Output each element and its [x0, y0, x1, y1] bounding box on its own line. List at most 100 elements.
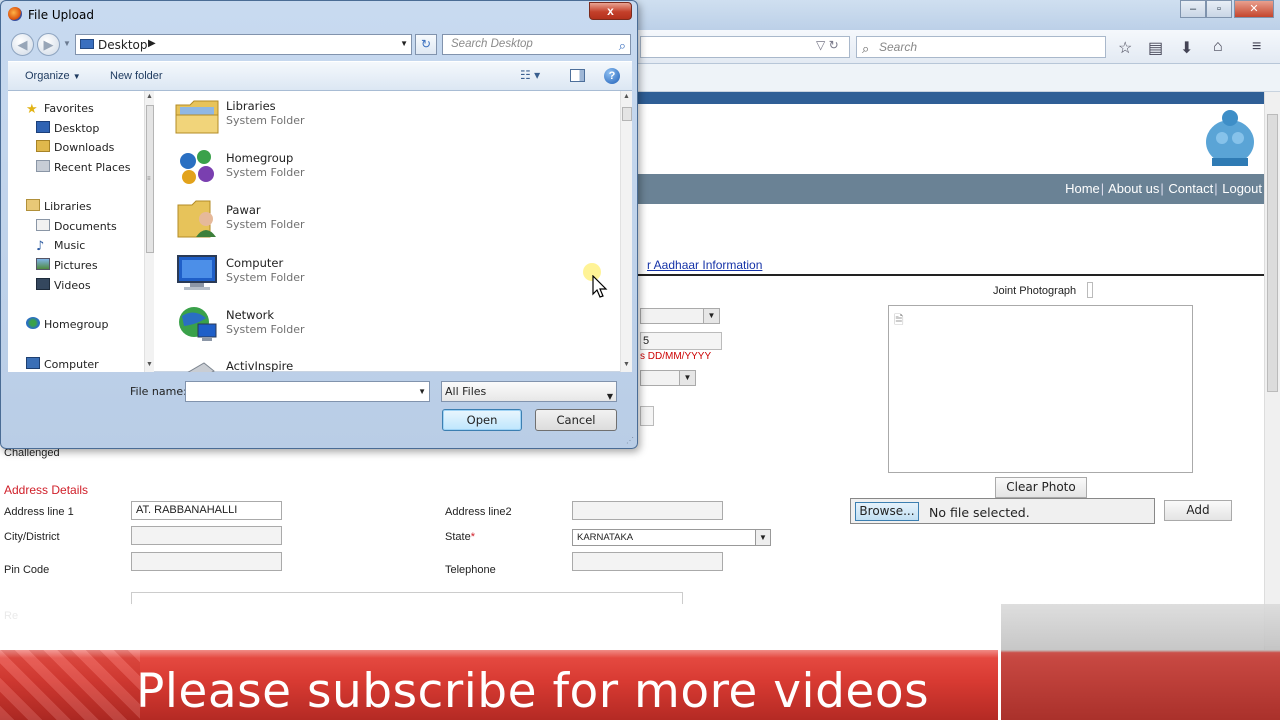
- nav-label: Homegroup: [44, 318, 109, 331]
- entry-kind: System Folder: [226, 114, 305, 127]
- dialog-close-button[interactable]: x: [589, 2, 632, 20]
- scroll-down-icon[interactable]: ▼: [146, 361, 153, 368]
- menu-separator: |: [1214, 181, 1218, 196]
- back-arrow-icon[interactable]: ◀: [11, 33, 34, 56]
- organize-button[interactable]: Organize ▼: [25, 70, 81, 82]
- reading-list-icon[interactable]: ▤: [1148, 38, 1163, 58]
- telephone-field[interactable]: [572, 552, 723, 571]
- search-icon: ⌕: [618, 38, 626, 53]
- address-dropdown-icon[interactable]: ▼: [400, 39, 408, 48]
- menu-separator: |: [1160, 181, 1164, 196]
- state-select[interactable]: KARNATAKA ▼: [572, 529, 771, 546]
- refresh-icon[interactable]: ↻: [415, 34, 437, 55]
- nav-downloads[interactable]: Downloads: [36, 139, 114, 157]
- clear-photo-button[interactable]: Clear Photo: [995, 477, 1087, 498]
- change-view-icon[interactable]: ☷ ▾: [520, 68, 540, 82]
- scroll-grip-icon: ≡: [147, 176, 151, 182]
- help-icon[interactable]: ?: [604, 68, 620, 84]
- nav-libraries[interactable]: Libraries: [26, 198, 92, 216]
- menu-logout-link[interactable]: Logout: [1222, 181, 1262, 196]
- music-icon: ♪: [36, 239, 45, 254]
- joint-photograph-label: Joint Photograph: [993, 285, 1077, 297]
- cancel-button[interactable]: Cancel: [535, 409, 617, 431]
- file-type-select[interactable]: All Files ▼: [441, 381, 617, 402]
- open-button[interactable]: Open: [442, 409, 522, 431]
- pin-code-field[interactable]: [131, 552, 282, 571]
- banner-divider: [998, 650, 1001, 720]
- date-of-birth-input[interactable]: 5: [640, 332, 722, 350]
- scroll-up-icon[interactable]: ▲: [623, 93, 630, 100]
- file-input[interactable]: Browse... No file selected.: [850, 498, 1155, 524]
- page-scrollbar-thumb[interactable]: [1267, 114, 1278, 392]
- resize-grip-icon[interactable]: ⋰: [626, 436, 634, 445]
- file-entry[interactable]: Libraries System Folder: [174, 91, 474, 139]
- libraries-folder-icon: [175, 100, 219, 134]
- dialog-search-input[interactable]: Search Desktop ⌕: [442, 34, 631, 55]
- partial-dropdown-2[interactable]: ▼: [640, 370, 696, 386]
- browser-search-input[interactable]: ⌕ Search: [856, 36, 1106, 58]
- nav-pictures[interactable]: Pictures: [36, 257, 98, 275]
- download-icon[interactable]: ⬇: [1180, 38, 1193, 58]
- file-entry[interactable]: Network System Folder: [174, 300, 474, 348]
- nav-recent-places[interactable]: Recent Places: [36, 159, 131, 177]
- address-bar[interactable]: Desktop ▶ ▼: [75, 34, 412, 55]
- add-button[interactable]: Add: [1164, 500, 1232, 521]
- organize-label: Organize: [25, 70, 70, 82]
- required-marker: *: [470, 531, 475, 543]
- address-line1-field[interactable]: AT. RABBANAHALLI: [131, 501, 282, 520]
- scroll-up-icon[interactable]: ▲: [146, 93, 153, 100]
- file-name-input[interactable]: ▼: [185, 381, 430, 402]
- home-icon[interactable]: ⌂: [1213, 38, 1223, 56]
- minimize-icon[interactable]: –: [1180, 0, 1206, 18]
- date-format-hint: s DD/MM/YYYY: [640, 351, 712, 362]
- menu-about-link[interactable]: About us: [1108, 181, 1159, 196]
- entry-name: Network: [226, 308, 275, 322]
- file-type-value: All Files: [445, 385, 487, 398]
- address-line2-field[interactable]: [572, 501, 723, 520]
- file-entry[interactable]: Computer System Folder: [174, 248, 474, 296]
- file-entry[interactable]: Pawar System Folder: [174, 195, 474, 243]
- file-list-scroll-thumb[interactable]: [622, 107, 632, 121]
- preview-pane-icon[interactable]: [570, 69, 585, 82]
- joint-photograph-checkbox[interactable]: [1087, 282, 1093, 298]
- browse-button[interactable]: Browse...: [855, 502, 919, 521]
- new-folder-button[interactable]: New folder: [110, 70, 163, 82]
- menu-contact-link[interactable]: Contact: [1168, 181, 1213, 196]
- state-emblem-icon: [1206, 110, 1254, 166]
- forward-arrow-icon[interactable]: ▶: [37, 33, 60, 56]
- bookmark-star-icon[interactable]: ☆: [1118, 38, 1132, 58]
- address-location[interactable]: Desktop: [98, 38, 148, 52]
- nav-documents[interactable]: Documents: [36, 218, 117, 236]
- banner-decoration: [0, 650, 140, 720]
- menu-icon[interactable]: ≡: [1252, 38, 1261, 56]
- aadhaar-information-link[interactable]: r Aadhaar Information: [647, 258, 762, 272]
- scroll-down-icon[interactable]: ▼: [623, 361, 630, 368]
- browser-search-placeholder: Search: [879, 40, 918, 54]
- maximize-icon[interactable]: ▫: [1206, 0, 1232, 18]
- city-district-field[interactable]: [131, 526, 282, 545]
- nav-videos[interactable]: Videos: [36, 277, 91, 295]
- libraries-icon: [26, 199, 40, 211]
- recent-locations-dropdown-icon[interactable]: ▼: [63, 39, 71, 48]
- desktop-icon: [36, 121, 50, 133]
- entry-kind: System Folder: [226, 271, 305, 284]
- file-list-scrollbar[interactable]: ▲ ▼: [620, 91, 632, 372]
- menu-home-link[interactable]: Home: [1065, 181, 1100, 196]
- pin-code-label: Pin Code: [4, 564, 50, 576]
- nav-music[interactable]: ♪ Music: [36, 237, 85, 255]
- nav-computer[interactable]: Computer: [26, 356, 99, 372]
- window-close-icon[interactable]: ✕: [1234, 0, 1274, 18]
- chevron-down-icon[interactable]: ▼: [418, 387, 426, 396]
- nav-favorites[interactable]: ★ Favorites: [26, 100, 94, 118]
- partial-input-3[interactable]: [640, 406, 654, 426]
- file-entry[interactable]: Homegroup System Folder: [174, 143, 474, 191]
- partial-dropdown[interactable]: ▼: [640, 308, 720, 324]
- videos-icon: [36, 278, 50, 290]
- telephone-label: Telephone: [445, 564, 496, 576]
- navigation-pane-scrollbar[interactable]: ▲ ≡ ▼: [144, 91, 154, 372]
- breadcrumb-arrow-icon[interactable]: ▶: [148, 38, 156, 49]
- url-dropdown-reload-icons[interactable]: ▽ ↻: [816, 38, 839, 52]
- file-entry[interactable]: ActivInspire: [174, 351, 474, 372]
- nav-desktop[interactable]: Desktop: [36, 120, 99, 138]
- nav-homegroup[interactable]: Homegroup: [26, 316, 108, 334]
